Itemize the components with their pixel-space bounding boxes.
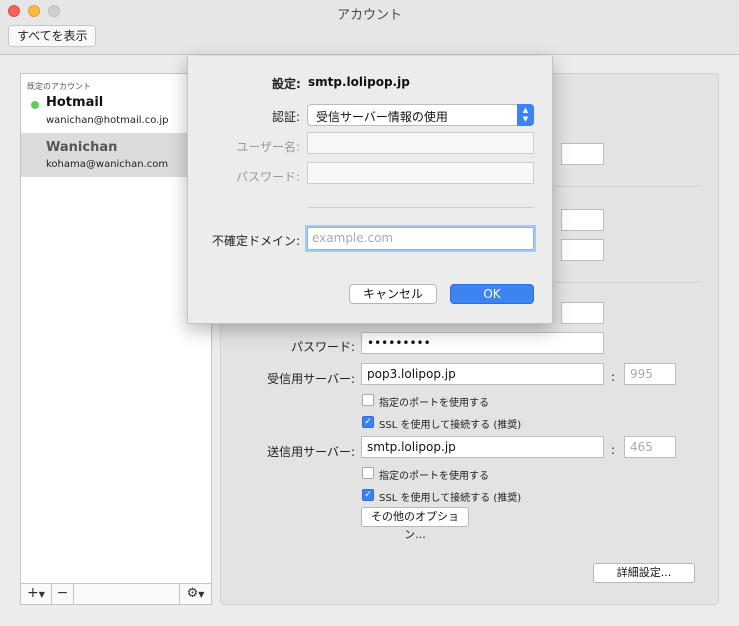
outgoing-port-field[interactable]: 465 bbox=[624, 436, 676, 458]
smtp-settings-sheet: 設定: smtp.lolipop.jp 認証: 受信サーバー情報の使用 ▲ ▼ ユ… bbox=[187, 56, 553, 324]
account-actions-button[interactable]: ⚙▼ bbox=[179, 584, 211, 604]
chevron-down-icon: ▼ bbox=[38, 590, 45, 599]
port-separator: : bbox=[611, 370, 616, 384]
remove-account-button[interactable]: − bbox=[52, 584, 74, 604]
outgoing-custom-port-checkbox[interactable] bbox=[362, 467, 374, 479]
advanced-settings-button[interactable]: 詳細設定... bbox=[593, 563, 695, 583]
account-email: kohama@wanichan.com bbox=[46, 159, 169, 170]
auth-value: 受信サーバー情報の使用 bbox=[316, 110, 448, 124]
auth-label: 認証: bbox=[271, 110, 300, 124]
obscured-field-2[interactable] bbox=[561, 209, 604, 231]
password-label: パスワード: bbox=[290, 340, 355, 354]
obscured-field-3[interactable] bbox=[561, 239, 604, 261]
incoming-port-field[interactable]: 995 bbox=[624, 363, 676, 385]
toolbar: すべてを表示 bbox=[0, 22, 739, 55]
ok-button[interactable]: OK bbox=[450, 284, 534, 304]
account-name: Wanichan bbox=[46, 140, 118, 155]
window-titlebar: アカウント bbox=[0, 0, 739, 23]
password-field[interactable]: ••••••••• bbox=[361, 332, 604, 354]
sheet-title-label: 設定: bbox=[272, 77, 301, 91]
obscured-field-4[interactable] bbox=[561, 302, 604, 324]
sheet-title-value: smtp.lolipop.jp bbox=[308, 75, 410, 89]
add-account-button[interactable]: +▼ bbox=[21, 584, 52, 604]
obscured-field-1[interactable] bbox=[561, 143, 604, 165]
account-email: wanichan@hotmail.co.jp bbox=[46, 115, 169, 126]
incoming-server-field[interactable]: pop3.lolipop.jp bbox=[361, 363, 604, 385]
cancel-button[interactable]: キャンセル bbox=[349, 284, 437, 304]
show-all-button[interactable]: すべてを表示 bbox=[8, 25, 97, 47]
account-name: Hotmail bbox=[46, 95, 104, 110]
incoming-server-label: 受信用サーバー: bbox=[267, 372, 355, 386]
port-separator: : bbox=[611, 443, 616, 457]
more-options-button[interactable]: その他のオプション... bbox=[361, 507, 469, 541]
plus-icon: + bbox=[27, 585, 39, 601]
incoming-ssl-label: SSL を使用して接続する (推奨) bbox=[379, 420, 522, 431]
outgoing-ssl-checkbox[interactable]: ✓ bbox=[362, 489, 374, 501]
account-item-hotmail[interactable]: Hotmail wanichan@hotmail.co.jp bbox=[21, 92, 211, 132]
account-list: 既定のアカウント Hotmail wanichan@hotmail.co.jp … bbox=[20, 73, 212, 605]
sidebar-header: 既定のアカウント bbox=[27, 82, 91, 91]
up-down-arrows-icon: ▲ ▼ bbox=[517, 104, 534, 126]
auth-popup[interactable]: 受信サーバー情報の使用 ▲ ▼ bbox=[307, 104, 534, 126]
outgoing-custom-port-label: 指定のポートを使用する bbox=[379, 471, 489, 482]
divider bbox=[307, 207, 534, 208]
incoming-custom-port-label: 指定のポートを使用する bbox=[379, 398, 489, 409]
outgoing-server-field[interactable]: smtp.lolipop.jp bbox=[361, 436, 604, 458]
incoming-ssl-checkbox[interactable]: ✓ bbox=[362, 416, 374, 428]
domain-field[interactable]: example.com bbox=[307, 227, 534, 250]
sheet-password-label: パスワード: bbox=[235, 170, 300, 184]
domain-label: 不確定ドメイン: bbox=[211, 234, 300, 248]
username-label: ユーザー名: bbox=[236, 140, 300, 154]
window-title: アカウント bbox=[336, 8, 402, 23]
outgoing-ssl-label: SSL を使用して接続する (推奨) bbox=[379, 493, 522, 504]
sidebar-footer: +▼ − ⚙▼ bbox=[21, 583, 211, 604]
outgoing-server-label: 送信用サーバー: bbox=[267, 445, 355, 459]
chevron-down-icon: ▼ bbox=[198, 590, 205, 599]
online-status-icon bbox=[31, 101, 39, 109]
incoming-custom-port-checkbox[interactable] bbox=[362, 394, 374, 406]
sheet-password-field[interactable] bbox=[307, 162, 534, 184]
username-field[interactable] bbox=[307, 132, 534, 154]
gear-icon: ⚙ bbox=[186, 586, 199, 601]
account-item-wanichan[interactable]: Wanichan kohama@wanichan.com bbox=[21, 133, 211, 177]
